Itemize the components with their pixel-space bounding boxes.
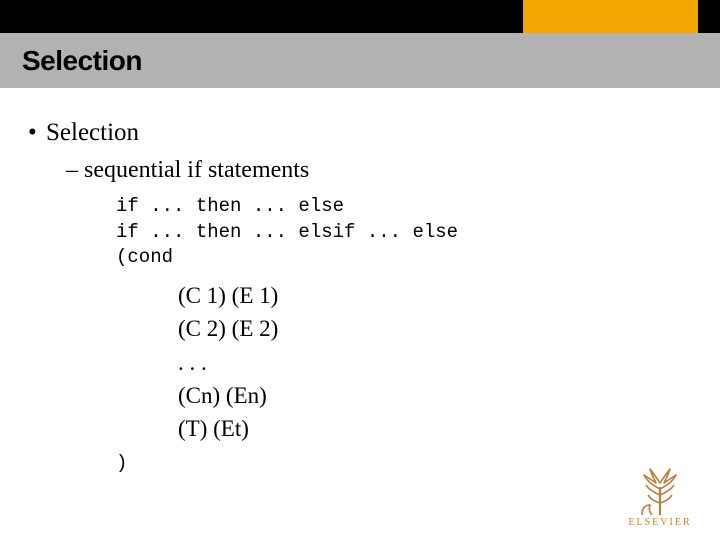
- content-area: •Selection –sequential if statements if …: [28, 105, 692, 474]
- sub1-text: sequential if statements: [84, 157, 309, 183]
- code-block: if ... then ... else if ... then ... els…: [116, 194, 692, 271]
- publisher-logo: ELSEVIER: [618, 465, 702, 528]
- slide-title: Selection: [0, 45, 142, 77]
- cond-c2: (C 2) (E 2): [178, 312, 692, 345]
- code-line2: if ... then ... elsif ... else: [116, 221, 458, 243]
- tree-icon: [618, 465, 702, 515]
- bullet-dash-icon: –: [66, 157, 84, 184]
- cond-ellipsis: . . .: [178, 346, 692, 379]
- cond-c1: (C 1) (E 1): [178, 279, 692, 312]
- top-orange-block: [523, 0, 698, 33]
- title-bar: Selection: [0, 33, 720, 88]
- logo-label: ELSEVIER: [618, 517, 702, 528]
- bullet1-text: Selection: [46, 119, 139, 146]
- bullet-level2: –sequential if statements: [66, 157, 692, 184]
- cond-cn: (Cn) (En): [178, 379, 692, 412]
- close-paren: ): [116, 452, 692, 474]
- cond-list: (C 1) (E 1) (C 2) (E 2) . . . (Cn) (En) …: [178, 279, 692, 446]
- slide: Selection •Selection –sequential if stat…: [0, 0, 720, 540]
- cond-ct: (T) (Et): [178, 412, 692, 445]
- bullet-level1: •Selection: [28, 119, 692, 147]
- code-line3: (cond: [116, 246, 173, 268]
- code-line1: if ... then ... else: [116, 195, 344, 217]
- bullet-dot-icon: •: [28, 119, 46, 147]
